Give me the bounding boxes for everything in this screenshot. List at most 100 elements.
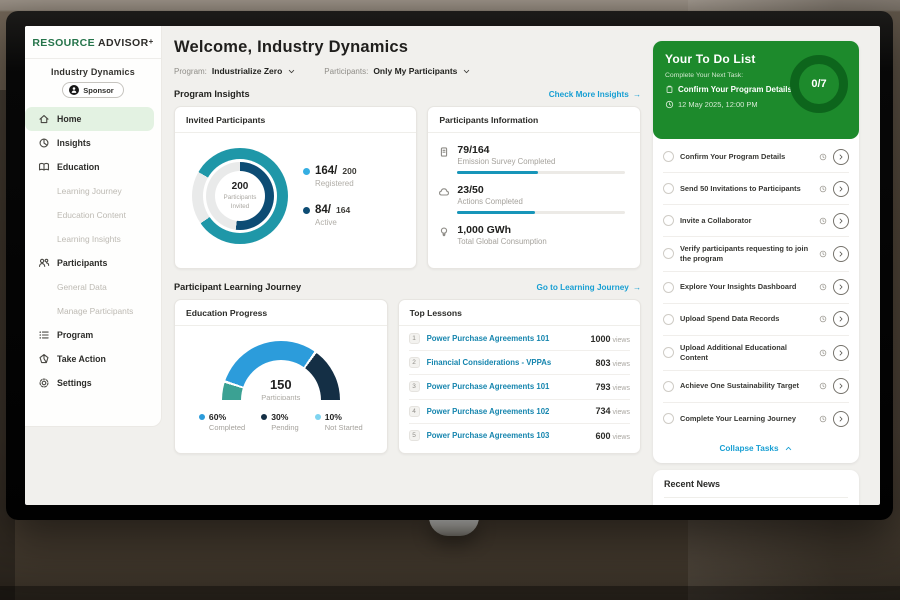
task-checkbox[interactable]: [663, 282, 674, 293]
task-checkbox[interactable]: [663, 248, 674, 259]
sidebar-item-learning-journey[interactable]: Learning Journey: [25, 179, 161, 203]
insights-icon: [38, 137, 50, 149]
lesson-views-unit: views: [612, 409, 630, 416]
logo-primary: RESOURCE: [32, 37, 95, 49]
org-name: Industry Dynamics: [25, 67, 161, 77]
collapse-tasks-link[interactable]: Collapse Tasks: [653, 435, 859, 463]
task-checkbox[interactable]: [663, 151, 674, 162]
stat-emission-survey: 79/164 Emission Survey Completed: [438, 144, 628, 174]
cloud-icon: [438, 186, 450, 198]
action-icon: [38, 353, 50, 365]
lesson-link[interactable]: Power Purchase Agreements 102: [427, 407, 596, 416]
sidebar-item-settings[interactable]: Settings: [25, 371, 161, 395]
todo-next-task-label: Confirm Your Program Details: [678, 85, 792, 94]
sponsor-badge[interactable]: Sponsor: [62, 82, 123, 98]
program-insights-title: Program Insights: [174, 89, 250, 99]
sidebar-item-label: Learning Insights: [57, 234, 121, 244]
task-row: Send 50 Invitations to Participants: [663, 173, 849, 205]
task-open-button[interactable]: [833, 279, 849, 295]
gauge-legend: 60% Completed 30% Pending: [199, 412, 363, 432]
sidebar-item-learning-insights[interactable]: Learning Insights: [25, 227, 161, 251]
task-open-button[interactable]: [833, 149, 849, 165]
lesson-link[interactable]: Financial Considerations - VPPAs: [427, 358, 596, 367]
lesson-link[interactable]: Power Purchase Agreements 101: [427, 334, 591, 343]
sidebar-item-program[interactable]: Program: [25, 323, 161, 347]
stat-label: Emission Survey Completed: [457, 157, 625, 166]
task-open-button[interactable]: [833, 378, 849, 394]
app-logo: RESOURCE ADVISOR+: [25, 37, 161, 49]
task-open-button[interactable]: [833, 345, 849, 361]
legend-dot: [303, 207, 310, 214]
chevron-right-icon: [837, 185, 845, 193]
arrow-right-icon: →: [633, 90, 641, 99]
task-open-button[interactable]: [833, 213, 849, 229]
sidebar-item-label: General Data: [57, 282, 107, 292]
sidebar-item-education-content[interactable]: Education Content: [25, 203, 161, 227]
task-open-button[interactable]: [833, 181, 849, 197]
task-open-button[interactable]: [833, 311, 849, 327]
stat-value: 23/50: [457, 184, 625, 196]
sidebar-item-label: Learning Journey: [57, 186, 122, 196]
task-label: Verify participants requesting to join t…: [680, 244, 813, 264]
lesson-views-unit: views: [612, 361, 630, 368]
sidebar-item-general-data[interactable]: General Data: [25, 275, 161, 299]
lesson-row: 2 Financial Considerations - VPPAs 803vi…: [409, 351, 630, 375]
progress-fill: [457, 171, 538, 174]
sponsor-icon: [69, 85, 79, 95]
collapse-label: Collapse Tasks: [719, 444, 778, 453]
legend-value: 84/: [315, 204, 331, 216]
task-checkbox[interactable]: [663, 381, 674, 392]
sidebar-item-insights[interactable]: Insights: [25, 131, 161, 155]
learning-cards-row: Education Progress 150 Participants: [174, 299, 641, 454]
task-checkbox[interactable]: [663, 215, 674, 226]
sidebar-item-label: Education Content: [57, 210, 126, 220]
education-gauge-chart: 150 Participants: [222, 341, 340, 400]
lesson-rank: 4: [409, 406, 420, 417]
task-checkbox[interactable]: [663, 314, 674, 325]
logo-plus: +: [149, 37, 154, 46]
monitor-bezel: RESOURCE ADVISOR+ Industry Dynamics Spon…: [6, 11, 893, 520]
clock-icon: [819, 185, 827, 193]
go-to-learning-journey-link[interactable]: Go to Learning Journey →: [536, 283, 641, 292]
lesson-link[interactable]: Power Purchase Agreements 103: [427, 431, 596, 440]
card-title: Invited Participants: [175, 107, 416, 133]
task-checkbox[interactable]: [663, 347, 674, 358]
sidebar-item-manage-participants[interactable]: Manage Participants: [25, 299, 161, 323]
task-open-button[interactable]: [833, 246, 849, 262]
sidebar: RESOURCE ADVISOR+ Industry Dynamics Spon…: [25, 26, 162, 427]
sidebar-item-label: Home: [57, 114, 81, 124]
lesson-link[interactable]: Power Purchase Agreements 101: [427, 382, 596, 391]
lesson-views-count: 793: [595, 382, 610, 392]
lesson-row: 1 Power Purchase Agreements 101 1000view…: [409, 327, 630, 351]
link-label: Check More Insights: [549, 90, 629, 99]
legend-item-pending: 30% Pending: [261, 412, 299, 432]
top-lessons-card: Top Lessons 1 Power Purchase Agreements …: [398, 299, 641, 454]
insights-cards-row: Invited Participants 200 Participants In…: [174, 106, 641, 269]
lesson-views-count: 1000: [590, 334, 610, 344]
sidebar-item-education[interactable]: Education: [25, 155, 161, 179]
link-label: Go to Learning Journey: [536, 283, 628, 292]
sidebar-item-participants[interactable]: Participants: [25, 251, 161, 275]
lesson-views-unit: views: [612, 434, 630, 441]
sidebar-item-home[interactable]: Home: [25, 107, 154, 131]
todo-header: Your To Do List Complete Your Next Task:…: [653, 41, 859, 139]
lesson-rank: 3: [409, 381, 420, 392]
todo-progress-ring: 0/7: [790, 55, 848, 113]
screen: RESOURCE ADVISOR+ Industry Dynamics Spon…: [25, 26, 880, 505]
lesson-rank: 1: [409, 333, 420, 344]
task-checkbox[interactable]: [663, 413, 674, 424]
program-insights-header: Program Insights Check More Insights →: [174, 89, 641, 99]
check-more-insights-link[interactable]: Check More Insights →: [549, 90, 641, 99]
sidebar-item-label: Take Action: [57, 354, 106, 364]
task-row: Upload Additional Educational Content: [663, 336, 849, 371]
sidebar-item-take-action[interactable]: Take Action: [25, 347, 161, 371]
legend-dot: [261, 414, 267, 420]
task-open-button[interactable]: [833, 411, 849, 427]
legend-label: Completed: [209, 423, 245, 432]
task-checkbox[interactable]: [663, 183, 674, 194]
main-content: Welcome, Industry Dynamics Program: Indu…: [163, 26, 646, 505]
program-filter[interactable]: Program: Industrialize Zero: [174, 66, 296, 76]
sponsor-label: Sponsor: [83, 86, 113, 95]
participants-filter[interactable]: Participants: Only My Participants: [324, 66, 471, 76]
recent-news-title: Recent News: [664, 479, 848, 498]
